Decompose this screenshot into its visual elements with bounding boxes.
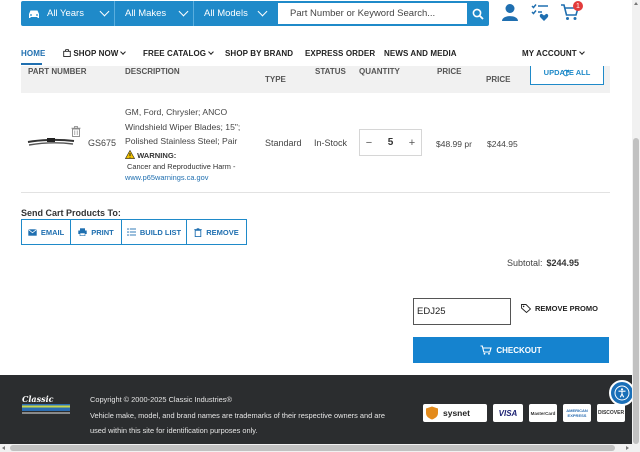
scroll-up-arrow[interactable] — [634, 2, 638, 5]
quantity-increase-button[interactable]: + — [403, 137, 421, 149]
keyword-search-input[interactable]: Part Number or Keyword Search... — [278, 3, 467, 24]
shield-icon — [426, 406, 438, 420]
cart-count-badge: 1 — [573, 1, 583, 11]
col-type: TYPE — [265, 75, 286, 84]
chevron-down-icon — [99, 6, 110, 17]
search-button[interactable] — [467, 1, 489, 26]
quantity-stepper: − 5 + — [359, 129, 422, 156]
col-status: STATUS — [315, 67, 346, 76]
send-cart-actions: EMAIL PRINT BUILD LIST REMOVE — [21, 219, 247, 245]
car-icon — [29, 10, 39, 18]
svg-text:Classic: Classic — [22, 394, 54, 404]
product-thumbnail[interactable] — [27, 133, 75, 149]
search-icon — [472, 8, 484, 20]
nav-shop-by-brand[interactable]: SHOP BY BRAND — [225, 49, 293, 58]
item-type: Standard — [265, 138, 302, 148]
model-select-label: All Models — [204, 8, 248, 19]
make-select-label: All Makes — [125, 8, 167, 19]
cart-icon[interactable]: 1 — [560, 1, 583, 22]
nav-express-order[interactable]: EXPRESS ORDER — [305, 49, 375, 58]
wishlist-icon[interactable] — [530, 2, 550, 22]
promo-code-input[interactable]: EDJ25 — [413, 298, 511, 325]
discover-logo: DISCOVER — [597, 404, 625, 422]
scroll-right-arrow[interactable] — [626, 446, 629, 450]
mastercard-logo: MasterCard — [529, 404, 557, 422]
make-select[interactable]: All Makes — [115, 1, 193, 26]
payment-methods: sysnet VISA MasterCard AMERICAN EXPRESS … — [423, 404, 625, 422]
prop65-warning: WARNING: Cancer and Reproductive Harm - … — [124, 149, 255, 182]
quantity-decrease-button[interactable]: − — [360, 137, 378, 149]
chevron-down-icon — [120, 49, 127, 55]
chevron-down-icon — [208, 49, 214, 55]
vehicle-search-bar: All Years All Makes All Models Part Numb… — [21, 1, 489, 26]
unit-price: $48.99 pr — [436, 139, 472, 149]
list-icon — [127, 228, 136, 236]
print-button[interactable]: PRINT — [71, 220, 122, 244]
cart-table-header: PART NUMBER DESCRIPTION TYPE STATUS QUAN… — [21, 66, 610, 93]
item-description[interactable]: GM, Ford, Chrysler; ANCO Windshield Wipe… — [125, 105, 253, 149]
nav-home[interactable]: HOME — [21, 49, 45, 58]
email-button[interactable]: EMAIL — [22, 220, 71, 244]
envelope-icon — [28, 228, 37, 236]
footer-copyright: Copyright © 2000-2025 Classic Industries… — [90, 395, 232, 404]
amex-logo: AMERICAN EXPRESS — [563, 404, 591, 422]
item-status: In-Stock — [314, 138, 348, 148]
cart-icon — [480, 345, 493, 355]
quantity-input[interactable]: 5 — [378, 137, 403, 148]
year-select[interactable]: All Years — [21, 1, 114, 26]
model-select[interactable]: All Models — [194, 1, 272, 26]
nav-free-catalog[interactable]: FREE CATALOG — [143, 49, 214, 58]
subtotal-value: $244.95 — [546, 258, 580, 268]
col-quantity: QUANTITY — [359, 67, 400, 76]
footer: Classic Copyright © 2000-2025 Classic In… — [0, 375, 632, 444]
footer-trademark-note: Vehicle make, model, and brand names are… — [90, 411, 385, 435]
top-bar: All Years All Makes All Models Part Numb… — [0, 0, 640, 38]
chevron-down-icon — [178, 6, 189, 17]
cart-item-row: GS675 GM, Ford, Chrysler; ANCO Windshiel… — [21, 93, 610, 193]
remove-promo-button[interactable]: REMOVE PROMO — [521, 304, 598, 313]
scroll-left-arrow[interactable] — [2, 446, 5, 450]
trash-icon — [194, 227, 202, 237]
visa-logo: VISA — [493, 404, 523, 422]
nav-shop-now[interactable]: SHOP NOW — [63, 48, 127, 58]
col-part-number: PART NUMBER — [28, 67, 87, 76]
update-all-button[interactable]: UPDATE ALL — [530, 66, 604, 85]
chevron-down-icon — [578, 49, 585, 55]
bag-icon — [63, 48, 71, 57]
year-select-label: All Years — [47, 8, 84, 19]
remove-button[interactable]: REMOVE — [187, 220, 246, 244]
nav-my-account[interactable]: MY ACCOUNT — [522, 49, 585, 58]
vertical-scrollbar-thumb[interactable] — [633, 138, 639, 444]
col-description: DESCRIPTION — [125, 67, 180, 76]
send-cart-label: Send Cart Products To: — [21, 208, 121, 218]
accessibility-icon — [614, 385, 630, 401]
chevron-down-icon — [257, 6, 268, 17]
main-nav: HOME SHOP NOW FREE CATALOG SHOP BY BRAND… — [0, 42, 640, 66]
col-price: PRICE — [437, 67, 462, 76]
nav-news-media[interactable]: NEWS AND MEDIA — [384, 49, 457, 58]
part-number[interactable]: GS675 — [88, 138, 116, 148]
build-list-button[interactable]: BUILD LIST — [122, 220, 187, 244]
horizontal-scrollbar-thumb[interactable] — [10, 445, 615, 451]
line-total: $244.95 — [487, 139, 518, 149]
prop65-link[interactable]: www.p65warnings.ca.gov — [125, 173, 255, 182]
checkout-button[interactable]: CHECKOUT — [413, 337, 609, 363]
classic-industries-logo[interactable]: Classic — [21, 393, 75, 415]
printer-icon — [78, 228, 87, 236]
account-icon[interactable] — [500, 2, 520, 22]
tag-icon — [521, 304, 531, 313]
sysnet-badge[interactable]: sysnet — [423, 404, 487, 422]
col-total-price: PRICE — [486, 75, 511, 84]
warning-icon — [124, 149, 136, 159]
subtotal: Subtotal: $244.95 — [507, 258, 580, 268]
trash-icon[interactable] — [71, 126, 81, 137]
